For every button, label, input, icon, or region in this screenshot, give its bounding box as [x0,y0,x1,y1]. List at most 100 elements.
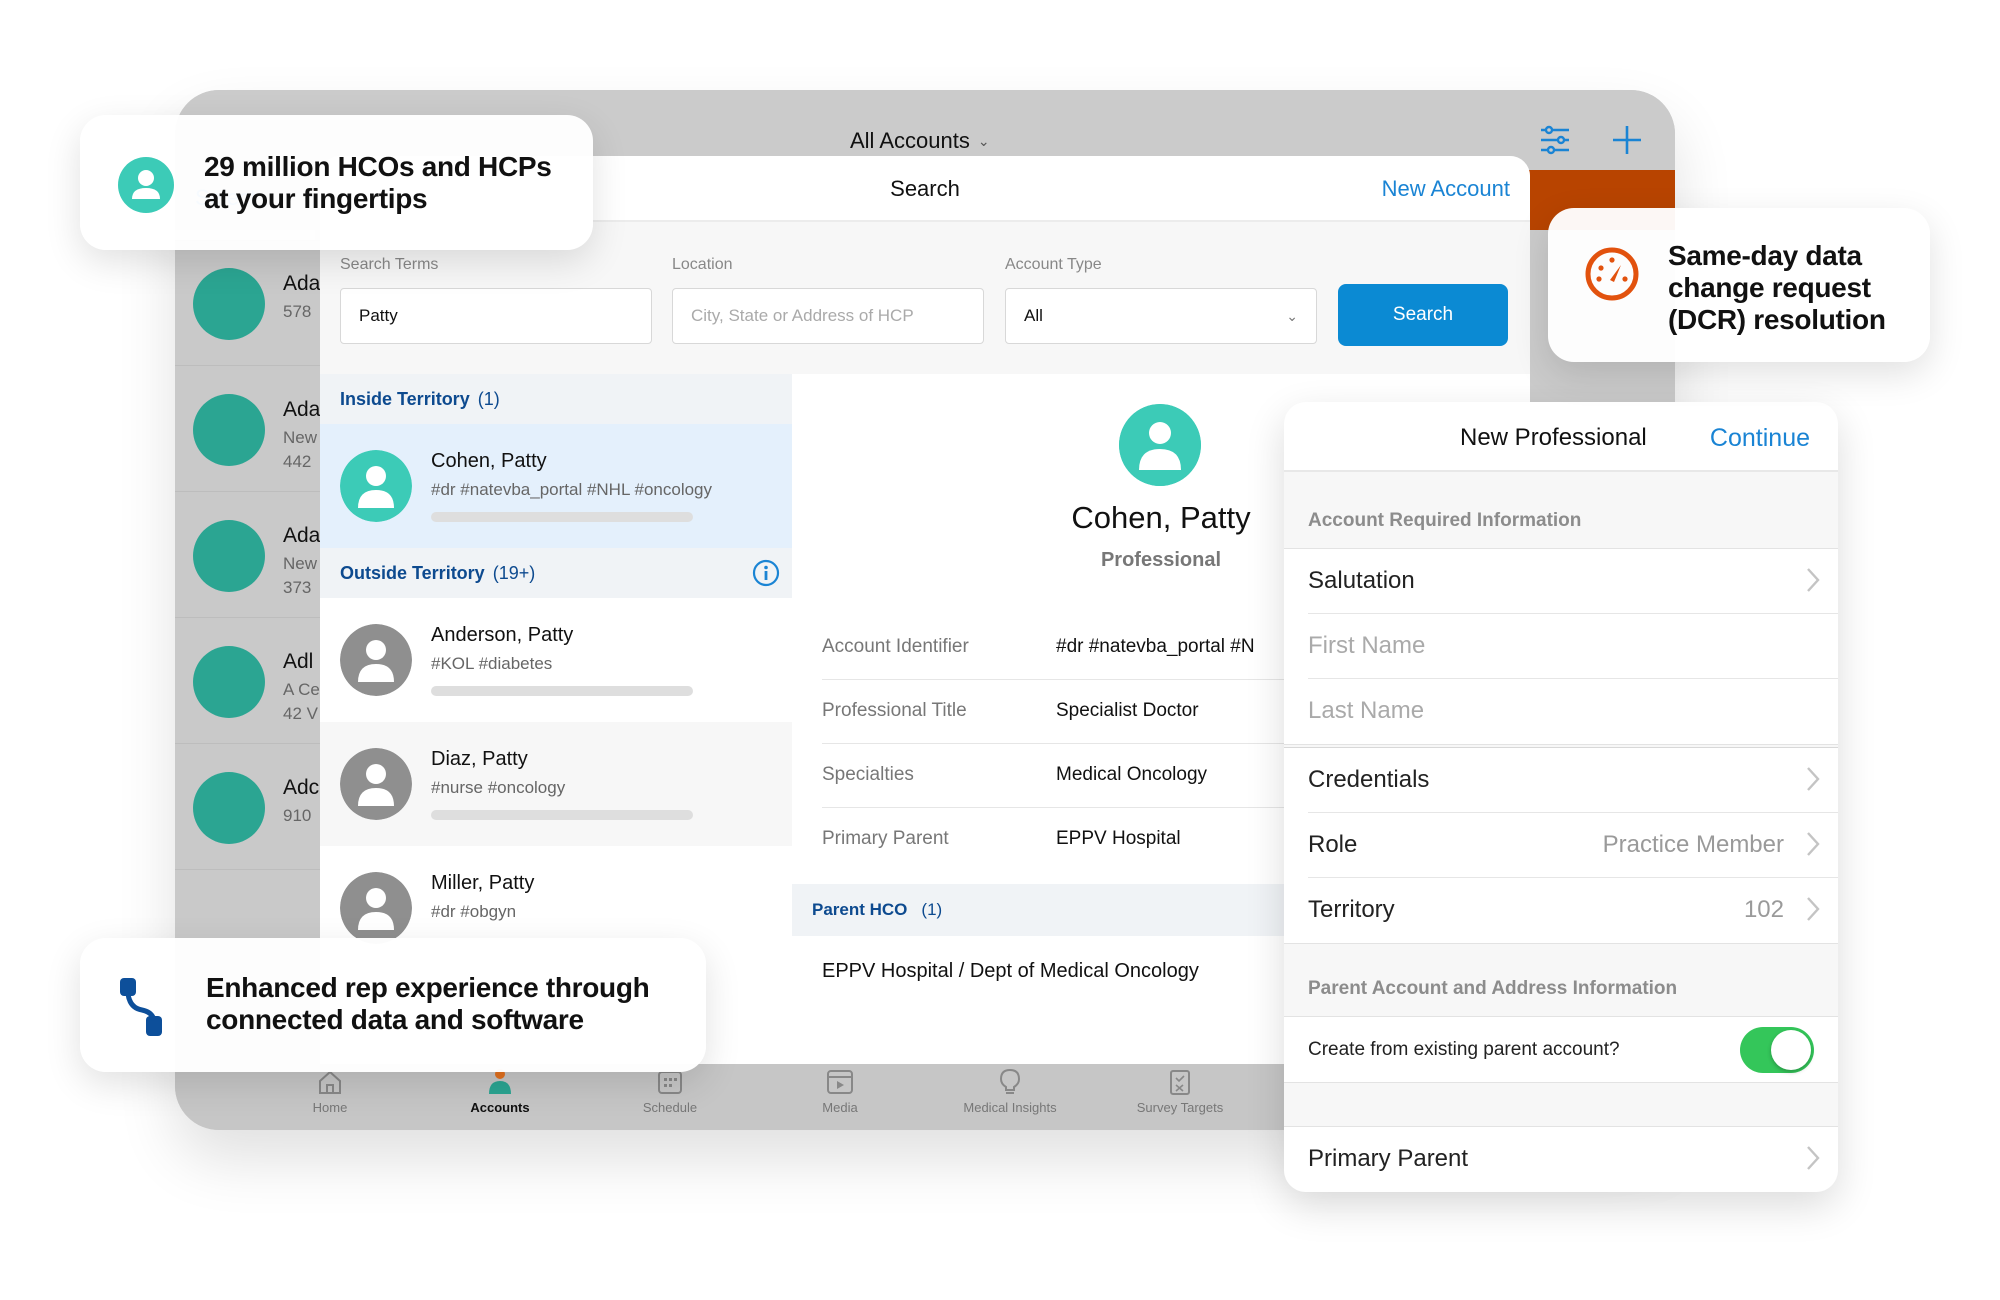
primary-parent-field[interactable]: Primary Parent [1308,1127,1838,1192]
placeholder-bar [431,686,693,696]
last-name-field[interactable]: Last Name [1308,679,1838,744]
result-row[interactable]: Anderson, Patty #KOL #diabetes [320,598,792,722]
list-item-name: Ada [283,524,321,547]
create-from-parent-toggle[interactable] [1740,1027,1814,1073]
tab-media[interactable]: Media [770,1068,910,1115]
chevron-right-icon [1807,897,1820,921]
tab-medical-insights[interactable]: Medical Insights [940,1068,1080,1115]
result-row[interactable]: Cohen, Patty #dr #natevba_portal #NHL #o… [320,424,792,548]
create-from-parent-row: Create from existing parent account? [1308,1017,1838,1082]
callout-text: Same-day data change request (DCR) resol… [1668,240,1886,336]
result-row[interactable]: Diaz, Patty #nurse #oncology [320,722,792,846]
list-item-address: 373 [283,578,312,597]
clipboard-icon [1170,1070,1190,1095]
info-icon[interactable] [752,559,780,587]
form-header: New Professional Continue [1284,402,1838,472]
media-icon [827,1070,853,1094]
doctor-avatar-icon [1119,404,1201,486]
list-item[interactable]: Ada New 442 [175,366,320,492]
field-value: 102 [1743,896,1784,923]
field-label: Credentials [1308,766,1430,793]
inside-territory-header: Inside Territory (1) [320,374,792,424]
tab-accounts[interactable]: Accounts [430,1068,570,1115]
home-icon [319,1070,341,1094]
primary-parent-group: Primary Parent [1284,1126,1838,1192]
callout-connected: Enhanced rep experience through connecte… [80,938,706,1072]
credentials-field[interactable]: Credentials [1308,748,1838,813]
doctor-avatar-icon [193,520,265,592]
doctor-avatar-icon [193,394,265,466]
tab-home[interactable]: Home [260,1068,400,1115]
salutation-field[interactable]: Salutation [1308,549,1838,614]
calendar-icon [658,1071,682,1094]
location-input[interactable]: City, State or Address of HCP [672,288,984,344]
callout-line: change request [1668,271,1871,303]
list-item-detail: 910 [283,806,312,825]
callout-line: Enhanced rep experience through [206,972,650,1003]
list-item[interactable]: Adl A Ce 42 V [175,618,320,744]
list-item-detail: A Ce [283,680,320,699]
detail-label: Account Identifier [822,636,969,657]
list-item-name: Adl [283,650,314,673]
result-name: Anderson, Patty [431,624,574,646]
new-professional-form: New Professional Continue Account Requir… [1284,402,1838,1192]
list-item-address: 442 [283,452,312,471]
callout-line: Same-day data [1668,240,1862,271]
view-selector[interactable]: All Accounts ⌄ [850,128,990,154]
chevron-right-icon [1807,568,1820,592]
section-title: Inside Territory [340,388,470,409]
section-parent-title: Parent Account and Address Information [1308,978,1678,999]
section-title: Outside Territory [340,562,485,583]
toggle-knob [1771,1030,1811,1070]
account-type-select[interactable]: All ⌄ [1005,288,1317,344]
callout-line: connected data and software [206,1003,584,1035]
field-label: Role [1308,831,1358,858]
callout-line: 29 million HCOs and HCPs [204,151,552,182]
list-item-detail: 578 [283,302,312,321]
detail-value: #dr #natevba_portal #N [1056,636,1255,657]
list-item-name: Ada [283,398,321,421]
sliders-icon[interactable] [1535,120,1575,160]
territory-field[interactable]: Territory 102 [1308,878,1838,943]
field-placeholder: Last Name [1308,697,1425,724]
detail-value: EPPV Hospital [1056,828,1181,849]
list-item[interactable]: Ada New 373 [175,492,320,618]
detail-value: Medical Oncology [1056,764,1208,785]
form-title: New Professional [1460,424,1647,451]
callout-text: Enhanced rep experience through connecte… [206,972,650,1036]
location-placeholder: City, State or Address of HCP [691,306,914,325]
tab-schedule[interactable]: Schedule [600,1068,740,1115]
search-terms-input[interactable]: Patty [340,288,652,344]
section-title: Parent HCO [812,900,908,919]
result-name: Diaz, Patty [431,748,528,770]
field-label: Salutation [1308,567,1415,594]
parent-toggle-group: Create from existing parent account? [1284,1016,1838,1083]
detail-value: Specialist Doctor [1056,700,1199,721]
first-name-field[interactable]: First Name [1308,614,1838,679]
list-item-detail: New [283,428,318,447]
doctor-avatar-icon [193,268,265,340]
result-tags: #dr #natevba_portal #NHL #oncology [431,480,713,499]
tab-label: Accounts [470,1100,530,1115]
search-button[interactable]: Search [1338,284,1508,346]
parent-hco-item[interactable]: EPPV Hospital / Dept of Medical Oncology [822,960,1199,983]
role-field[interactable]: Role Practice Member [1308,813,1838,878]
placeholder-bar [431,810,693,820]
callout-hcos: 29 million HCOs and HCPs at your fingert… [80,115,593,250]
chevron-right-icon [1807,767,1820,791]
section-count: (1) [921,900,943,919]
field-value: Practice Member [1602,831,1784,858]
field-label: Territory [1308,896,1395,923]
continue-button[interactable]: Continue [1710,424,1810,453]
list-item-name: Ada [283,272,321,295]
result-tags: #dr #obgyn [431,902,517,921]
list-item[interactable]: Ada 578 [175,240,320,366]
tab-survey-targets[interactable]: Survey Targets [1110,1068,1250,1115]
user-icon [118,157,174,213]
chevron-down-icon: ⌄ [1286,307,1298,324]
tab-label: Media [822,1100,858,1115]
result-tags: #nurse #oncology [431,778,566,797]
new-account-button[interactable]: New Account [1382,176,1510,202]
list-item[interactable]: Adc 910 [175,744,320,870]
plus-icon[interactable] [1607,120,1647,160]
